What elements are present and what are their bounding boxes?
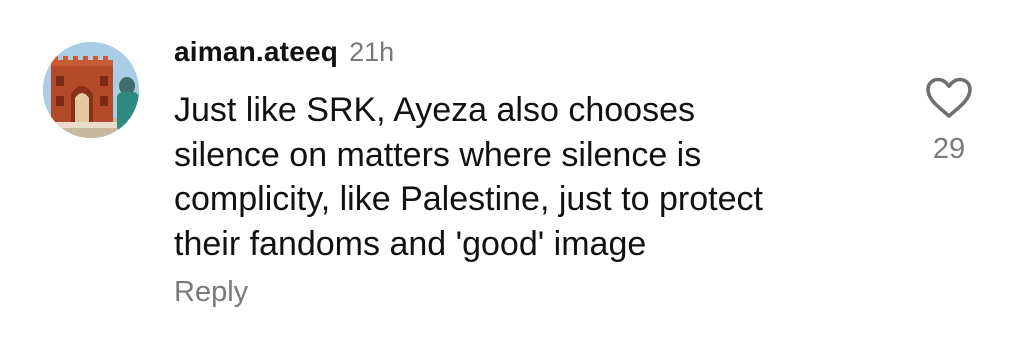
avatar[interactable] [43,42,139,138]
comment-item: aiman.ateeq 21h Just like SRK, Ayeza als… [0,0,1024,349]
reply-button[interactable]: Reply [174,276,248,309]
comment-text: Just like SRK, Ayeza also chooses silenc… [174,91,763,263]
like-count: 29 [932,133,966,165]
like-button[interactable] [924,76,974,120]
heart-outline-icon [926,77,972,118]
profile-photo-icon [43,42,139,138]
timestamp: 21h [349,37,395,67]
comment-header: aiman.ateeq 21h [174,36,394,76]
username[interactable]: aiman.ateeq [174,36,338,68]
